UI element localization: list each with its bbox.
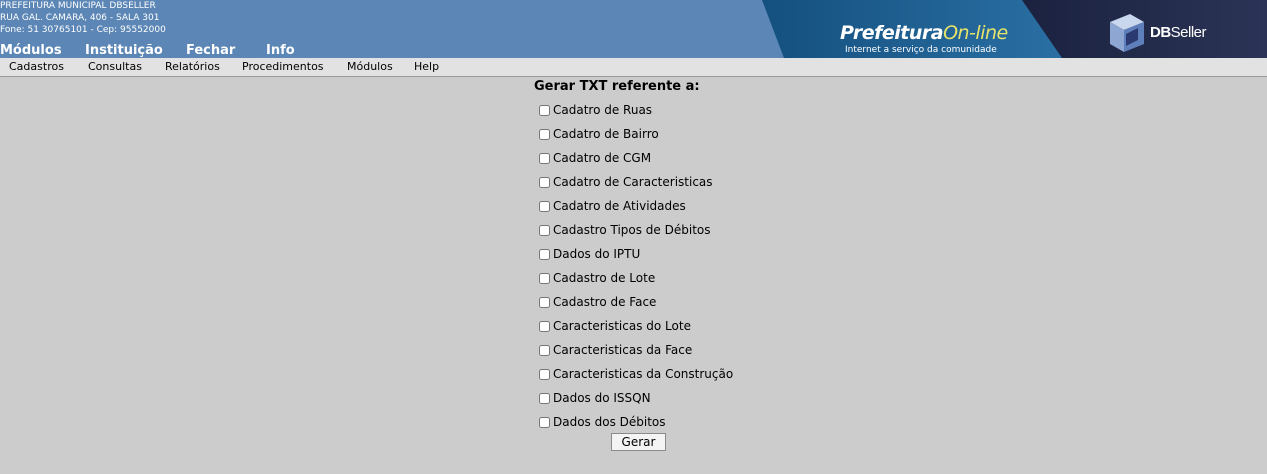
menu-cadastros[interactable]: Cadastros (9, 60, 64, 74)
option-row: Dados do ISSQN (539, 390, 651, 406)
checkbox-cadastro-lote[interactable] (539, 272, 550, 284)
option-row: Caracteristicas da Face (539, 342, 692, 358)
option-row: Cadatro de Atividades (539, 198, 686, 214)
org-address: RUA GAL. CAMARA, 406 - SALA 301 (0, 13, 160, 23)
option-label: Dados dos Débitos (553, 415, 666, 429)
top-menu-info[interactable]: Info (266, 43, 306, 58)
checkbox-caracteristicas-lote[interactable] (539, 320, 550, 332)
option-label: Cadatro de Caracteristicas (553, 175, 713, 189)
dbseller-cube-icon (1110, 14, 1144, 52)
checkbox-cadatro-caracteristicas[interactable] (539, 176, 550, 188)
checkbox-caracteristicas-face[interactable] (539, 344, 550, 356)
org-info: PREFEITURA MUNICIPAL DBSELLER RUA GAL. C… (0, 0, 166, 36)
menu-modulos[interactable]: Módulos (347, 60, 393, 74)
prefeitura-online-logo: PrefeituraOn-line (840, 22, 1008, 44)
option-row: Cadastro de Lote (539, 270, 655, 286)
checkbox-cadatro-ruas[interactable] (539, 104, 550, 116)
option-row: Caracteristicas da Construção (539, 366, 733, 382)
top-menu: Módulos Instituição Fechar Info (0, 43, 306, 58)
menu-procedimentos[interactable]: Procedimentos (242, 60, 324, 74)
menu-bar: Cadastros Consultas Relatórios Procedime… (0, 58, 1267, 77)
logo-prefeitura-text: Prefeitura (840, 22, 944, 44)
option-row: Caracteristicas do Lote (539, 318, 691, 334)
top-menu-instituicao[interactable]: Instituição (85, 43, 186, 58)
dbseller-logo-rest: Seller (1170, 24, 1207, 41)
option-row: Cadatro de Caracteristicas (539, 174, 713, 190)
option-row: Dados dos Débitos (539, 414, 666, 430)
dbseller-logo: DBSeller (1150, 24, 1207, 41)
option-label: Caracteristicas da Construção (553, 367, 734, 381)
option-row: Cadatro de Ruas (539, 102, 652, 118)
checkbox-cadatro-cgm[interactable] (539, 152, 550, 164)
option-label: Dados do IPTU (553, 247, 641, 261)
option-label: Caracteristicas do Lote (553, 319, 691, 333)
option-label: Dados do ISSQN (553, 391, 651, 405)
gerar-button[interactable]: Gerar (611, 433, 666, 451)
logo-tagline: Internet a serviço da comunidade (845, 45, 997, 55)
option-label: Cadastro de Lote (553, 271, 656, 285)
checkbox-cadastro-tipos-debitos[interactable] (539, 224, 550, 236)
menu-consultas[interactable]: Consultas (88, 60, 142, 74)
checkbox-cadatro-bairro[interactable] (539, 128, 550, 140)
option-label: Cadastro Tipos de Débitos (553, 223, 711, 237)
form-title: Gerar TXT referente a: (534, 79, 700, 94)
checkbox-dados-debitos[interactable] (539, 416, 550, 428)
option-row: Cadatro de Bairro (539, 126, 659, 142)
header: PREFEITURA MUNICIPAL DBSELLER RUA GAL. C… (0, 0, 1267, 58)
option-label: Cadatro de Atividades (553, 199, 686, 213)
checkbox-cadatro-atividades[interactable] (539, 200, 550, 212)
top-menu-fechar[interactable]: Fechar (186, 43, 266, 58)
option-label: Cadatro de CGM (553, 151, 652, 165)
option-row: Dados do IPTU (539, 246, 640, 262)
option-label: Caracteristicas da Face (553, 343, 693, 357)
menu-relatorios[interactable]: Relatórios (165, 60, 220, 74)
option-label: Cadatro de Bairro (553, 127, 659, 141)
org-phone: Fone: 51 30765101 - Cep: 95552000 (0, 25, 166, 35)
checkbox-dados-iptu[interactable] (539, 248, 550, 260)
logo-online-text: On-line (943, 22, 1008, 44)
checkbox-dados-issqn[interactable] (539, 392, 550, 404)
option-row: Cadastro de Face (539, 294, 656, 310)
option-label: Cadatro de Ruas (553, 103, 653, 117)
option-row: Cadastro Tipos de Débitos (539, 222, 711, 238)
menu-help[interactable]: Help (414, 60, 439, 74)
top-menu-modulos[interactable]: Módulos (0, 43, 85, 58)
checkbox-caracteristicas-construcao[interactable] (539, 368, 550, 380)
org-name: PREFEITURA MUNICIPAL DBSELLER (0, 1, 156, 11)
option-row: Cadatro de CGM (539, 150, 651, 166)
option-label: Cadastro de Face (553, 295, 657, 309)
checkbox-cadastro-face[interactable] (539, 296, 550, 308)
dbseller-logo-bold: DB (1150, 24, 1171, 41)
